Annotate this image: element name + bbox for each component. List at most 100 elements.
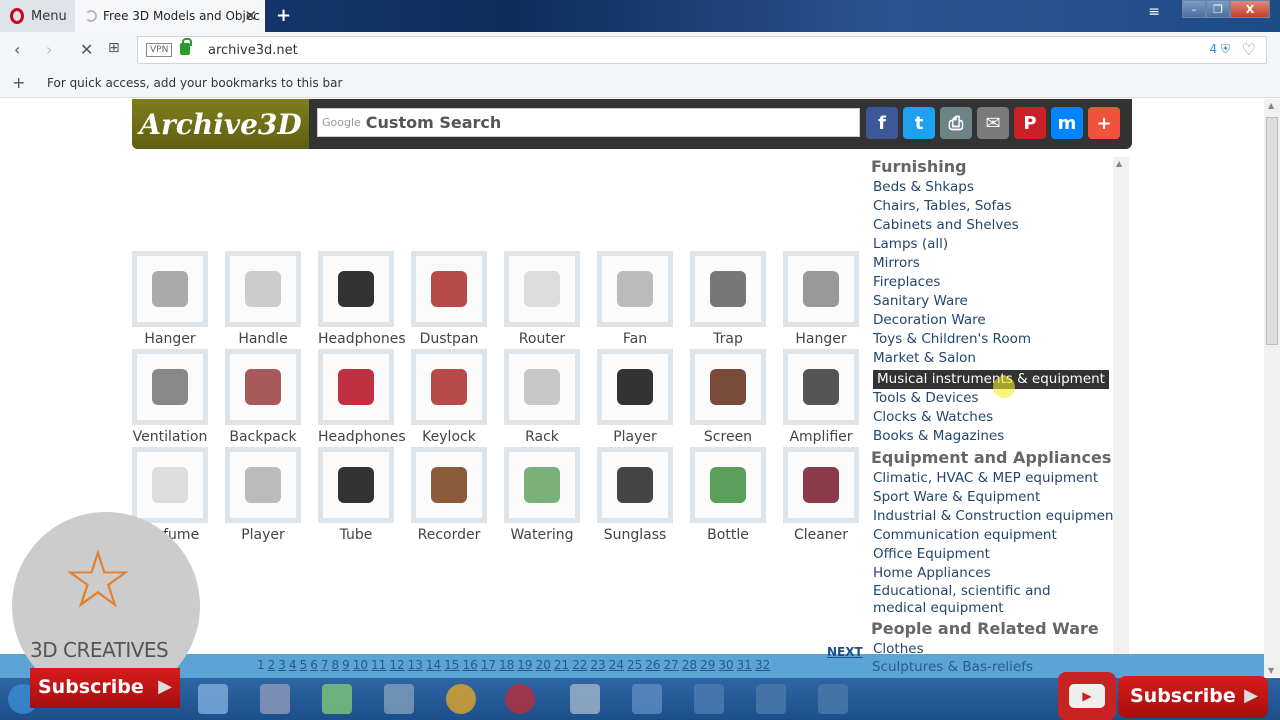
vpn-badge[interactable]: VPN	[146, 43, 173, 57]
model-thumbnail[interactable]	[411, 447, 487, 523]
facebook-share-button[interactable]: f	[866, 107, 898, 139]
model-item[interactable]: Cleaner	[783, 447, 859, 543]
model-label[interactable]: Trap	[690, 331, 766, 347]
sidebar-link-sculptures[interactable]: Sculptures & Bas-reliefs	[872, 659, 1033, 675]
page-link[interactable]: 14	[426, 658, 441, 672]
sidebar-link[interactable]: Beds & Shkaps	[873, 178, 1127, 197]
model-label[interactable]: Fan	[597, 331, 673, 347]
sidebar-link[interactable]: Communication equipment	[873, 526, 1127, 545]
subscribe-button-left[interactable]: Subscribe ▶	[30, 668, 180, 708]
model-label[interactable]: Ventilation	[132, 429, 208, 445]
model-item[interactable]: Recorder	[411, 447, 487, 543]
model-thumbnail[interactable]	[783, 349, 859, 425]
model-label[interactable]: Sunglass	[597, 527, 673, 543]
model-item[interactable]: Headphones	[318, 251, 406, 347]
minimize-button[interactable]: –	[1182, 0, 1206, 18]
model-label[interactable]: Player	[597, 429, 673, 445]
page-link[interactable]: 8	[331, 658, 339, 672]
chrome-app-icon[interactable]	[446, 684, 476, 714]
forward-button[interactable]: ›	[46, 40, 52, 59]
model-thumbnail[interactable]	[690, 349, 766, 425]
model-thumbnail[interactable]	[318, 349, 394, 425]
model-item[interactable]: Hanger	[132, 251, 208, 347]
model-thumbnail[interactable]	[132, 251, 208, 327]
model-label[interactable]: Watering	[504, 527, 580, 543]
scroll-up-icon[interactable]: ▲	[1268, 101, 1274, 110]
model-item[interactable]: Handle	[225, 251, 301, 347]
model-thumbnail[interactable]	[225, 251, 301, 327]
page-link[interactable]: 32	[755, 658, 770, 672]
sidebar-link[interactable]: Toys & Children's Room	[873, 330, 1127, 349]
page-link[interactable]: 5	[300, 658, 308, 672]
search-input[interactable]: Google Custom Search	[317, 108, 860, 137]
page-link[interactable]: 6	[310, 658, 318, 672]
print-share-button[interactable]: ⎙	[940, 107, 972, 139]
paint-app-icon[interactable]	[260, 684, 290, 714]
model-item[interactable]: Player	[225, 447, 301, 543]
add-bookmark-icon[interactable]: +	[12, 73, 25, 92]
tab-active[interactable]: Free 3D Models and Objec ✕	[75, 0, 265, 32]
model-thumbnail[interactable]	[132, 349, 208, 425]
sidebar-link[interactable]: Cabinets and Shelves	[873, 216, 1127, 235]
sidebar-link[interactable]: Home Appliances	[873, 564, 1127, 583]
page-link[interactable]: 31	[737, 658, 752, 672]
model-thumbnail[interactable]	[411, 251, 487, 327]
model-thumbnail[interactable]	[690, 447, 766, 523]
sidebar-link[interactable]: Climatic, HVAC & MEP equipment	[873, 469, 1127, 488]
model-item[interactable]: Hanger	[783, 251, 859, 347]
model-label[interactable]: Backpack	[225, 429, 301, 445]
page-link[interactable]: 28	[682, 658, 697, 672]
model-label[interactable]: Hanger	[783, 331, 859, 347]
sidebar-scrollbar[interactable]: ▲	[1113, 157, 1129, 677]
address-bar[interactable]: VPN archive3d.net 4 ⛨ ♡	[137, 36, 1267, 64]
tab-close-icon[interactable]: ✕	[244, 7, 257, 25]
sidebar-link[interactable]: Market & Salon	[873, 349, 1127, 368]
page-link[interactable]: 7	[321, 658, 329, 672]
sidebar-link[interactable]: Books & Magazines	[873, 427, 1127, 446]
pinterest-share-button[interactable]: P	[1014, 107, 1046, 139]
sidebar-link[interactable]: Chairs, Tables, Sofas	[873, 197, 1127, 216]
page-link[interactable]: 2	[268, 658, 276, 672]
secure-lock-icon[interactable]	[180, 38, 192, 55]
sidebar-link[interactable]: Industrial & Construction equipment	[873, 507, 1127, 526]
new-tab-button[interactable]: +	[276, 5, 291, 26]
sidebar-link[interactable]: Musical instruments & equipment	[873, 370, 1109, 389]
page-link[interactable]: 16	[462, 658, 477, 672]
taskbar-app-icon[interactable]	[198, 684, 228, 714]
page-link[interactable]: 21	[554, 658, 569, 672]
scrollbar-thumb[interactable]	[1266, 117, 1278, 345]
scroll-up-icon[interactable]: ▲	[1116, 159, 1122, 168]
page-link[interactable]: 24	[609, 658, 624, 672]
sidebar-link[interactable]: Office Equipment	[873, 545, 1127, 564]
model-item[interactable]: Router	[504, 251, 580, 347]
model-item[interactable]: Ventilation	[132, 349, 208, 445]
model-thumbnail[interactable]	[225, 447, 301, 523]
computer-app-icon[interactable]	[384, 684, 414, 714]
url-text[interactable]: archive3d.net	[208, 43, 298, 58]
model-label[interactable]: Cleaner	[783, 527, 859, 543]
camera-app-icon[interactable]	[818, 684, 848, 714]
twitter-share-button[interactable]: t	[903, 107, 935, 139]
star-app-icon[interactable]	[694, 684, 724, 714]
model-item[interactable]: Watering	[504, 447, 580, 543]
android-app-icon[interactable]	[322, 684, 352, 714]
page-link[interactable]: 4	[289, 658, 297, 672]
model-item[interactable]: Headphones	[318, 349, 406, 445]
youtube-logo-icon[interactable]: ▶	[1058, 672, 1116, 720]
messenger-share-button[interactable]: m	[1051, 107, 1083, 139]
model-item[interactable]: Player	[597, 349, 673, 445]
model-item[interactable]: Bottle	[690, 447, 766, 543]
model-thumbnail[interactable]	[225, 349, 301, 425]
sidebar-link[interactable]: Educational, scientific and medical equi…	[873, 583, 1103, 617]
model-thumbnail[interactable]	[504, 251, 580, 327]
page-scrollbar[interactable]: ▲ ▼	[1264, 99, 1280, 677]
model-label[interactable]: Dustpan	[411, 331, 487, 347]
model-thumbnail[interactable]	[783, 447, 859, 523]
model-thumbnail[interactable]	[504, 349, 580, 425]
ad-blocker-icon[interactable]: 4 ⛨	[1210, 42, 1230, 57]
page-link[interactable]: 30	[718, 658, 733, 672]
page-link[interactable]: 10	[353, 658, 368, 672]
bookmark-heart-icon[interactable]: ♡	[1242, 40, 1256, 59]
model-label[interactable]: Rack	[504, 429, 580, 445]
model-item[interactable]: Keylock	[411, 349, 487, 445]
